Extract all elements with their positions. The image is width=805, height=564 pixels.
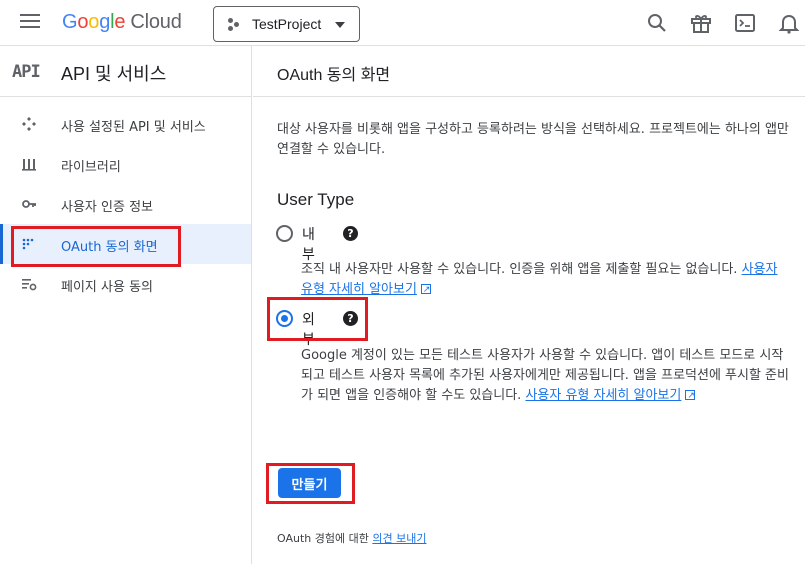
sidebar-item-page-usage[interactable]: 페이지 사용 동의 [0,264,251,304]
menu-icon[interactable] [20,14,40,30]
page-title: OAuth 동의 화면 [277,67,391,84]
external-link-icon [685,386,696,406]
user-type-heading: User Type [277,190,355,209]
enabled-apis-icon [22,117,36,131]
project-name: TestProject [252,16,322,32]
sidebar-item-credentials[interactable]: 사용자 인증 정보 [0,184,251,224]
sidebar-item-enabled-apis[interactable]: 사용 설정된 API 및 서비스 [0,104,251,144]
search-icon[interactable] [645,11,669,35]
sidebar-item-library[interactable]: 라이브러리 [0,144,251,184]
feedback-text: OAuth 경험에 대한 의견 보내기 [277,532,427,545]
send-feedback-link[interactable]: 의견 보내기 [372,532,426,545]
sidebar-header: API API 및 서비스 [0,46,251,97]
help-icon[interactable]: ? [343,311,358,326]
google-cloud-logo[interactable]: Google Cloud [62,11,182,34]
learn-more-link-external[interactable]: 사용자 유형 자세히 알아보기 [525,388,681,403]
gift-icon[interactable] [689,11,713,35]
radio-external-label[interactable]: 외부 [302,309,315,349]
project-selector[interactable]: TestProject [213,6,360,42]
consent-icon [22,238,34,250]
radio-internal-label[interactable]: 내부 [302,224,315,264]
external-link-icon [420,280,431,300]
key-icon [22,200,36,208]
page-header: OAuth 동의 화면 [253,46,805,97]
top-bar: Google Cloud TestProject [0,0,805,46]
help-icon[interactable]: ? [343,226,358,241]
sidebar: API API 및 서비스 사용 설정된 API 및 서비스 라이브러리 사용자… [0,46,252,564]
internal-description: 조직 내 사용자만 사용할 수 있습니다. 인증을 위해 앱을 제출할 필요는 … [301,260,791,300]
project-icon [228,18,240,32]
create-button[interactable]: 만들기 [278,468,341,498]
radio-external[interactable] [276,310,293,327]
page-description: 대상 사용자를 비롯해 앱을 구성하고 등록하려는 방식을 선택하세요. 프로젝… [277,122,789,157]
external-description: Google 계정이 있는 모든 테스트 사용자가 사용할 수 있습니다. 앱이… [301,346,791,406]
sidebar-item-oauth-consent[interactable]: OAuth 동의 화면 [0,224,251,264]
api-logo: API [12,62,41,82]
page-settings-icon [22,279,37,291]
sidebar-title[interactable]: API 및 서비스 [61,60,166,86]
main-content: OAuth 동의 화면 대상 사용자를 비롯해 앱을 구성하고 등록하려는 방식… [253,46,805,564]
library-icon [22,159,36,171]
notifications-icon[interactable] [777,11,801,35]
terminal-icon[interactable] [733,11,757,35]
sidebar-nav: 사용 설정된 API 및 서비스 라이브러리 사용자 인증 정보 OAuth 동… [0,104,251,304]
chevron-down-icon [335,22,345,28]
radio-internal[interactable] [276,225,293,242]
